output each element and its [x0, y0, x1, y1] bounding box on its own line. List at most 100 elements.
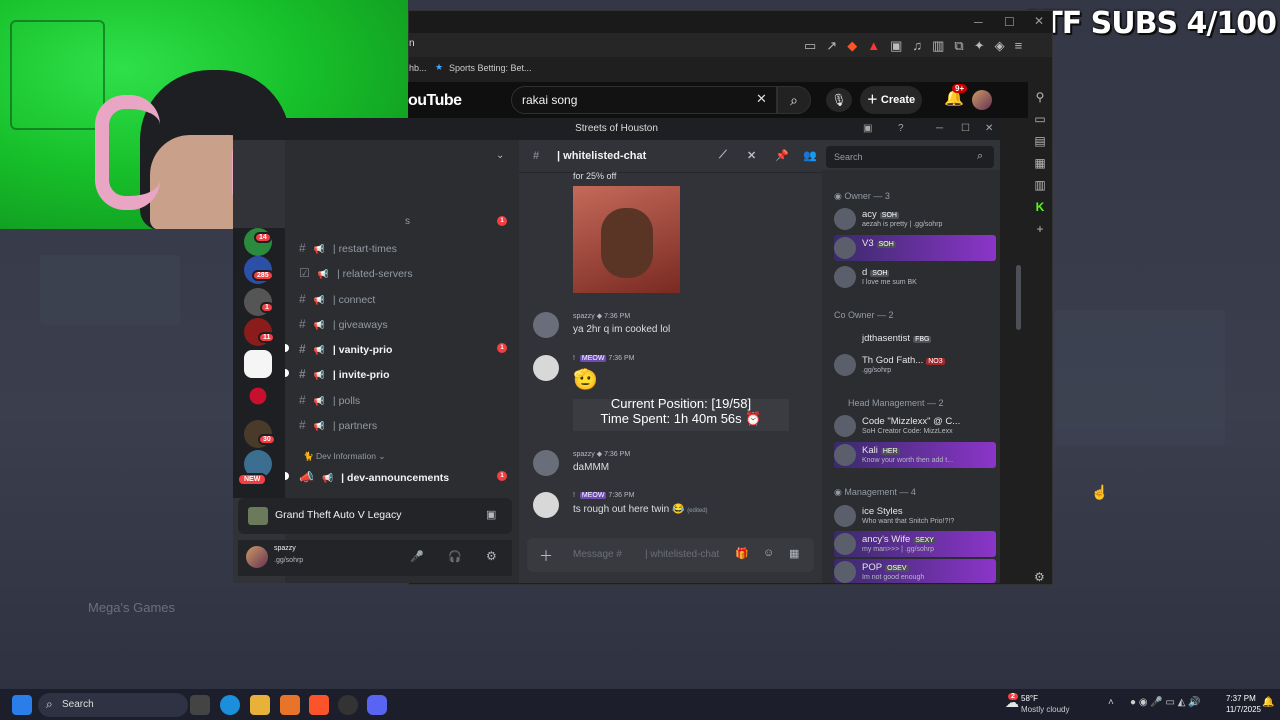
member-item[interactable]: POP OSEV Im not good enough: [834, 559, 996, 583]
mic-icon[interactable]: 🎙: [826, 88, 852, 112]
file-explorer-icon[interactable]: [250, 695, 270, 715]
member-item[interactable]: V3 SOH: [834, 235, 996, 261]
taskbar-search[interactable]: ⌕ Search: [38, 693, 188, 717]
server-icon[interactable]: 11: [244, 318, 276, 346]
bookmark-item[interactable]: Sports Betting: Bet...: [449, 63, 532, 73]
member-item[interactable]: ancy's Wife SEXY my man>>> | .gg/sohrp: [834, 531, 996, 557]
close-icon[interactable]: ✕: [985, 118, 993, 140]
wallet-icon[interactable]: ▤: [1028, 134, 1052, 148]
channel-vanity-prio[interactable]: # 📢 | vanity-prio: [299, 342, 392, 356]
notification-icon[interactable]: 🔔: [1262, 697, 1274, 708]
music-icon[interactable]: ♫: [912, 38, 922, 53]
discord-icon[interactable]: [367, 695, 387, 715]
member-item[interactable]: jdthasentist FBG: [834, 326, 996, 352]
channel-related-servers[interactable]: ☑ 📢 | related-servers: [299, 266, 413, 280]
apps-icon[interactable]: ▦: [789, 547, 799, 560]
channel-invite-prio[interactable]: # 📢 | invite-prio: [299, 367, 390, 381]
install-icon[interactable]: ▭: [804, 38, 816, 54]
tv-icon[interactable]: ▭: [1028, 112, 1052, 126]
avatar[interactable]: [972, 90, 992, 110]
threads-icon[interactable]: ⟋: [719, 149, 727, 162]
channel-dev-announcements[interactable]: 📣 📢 | dev-announcements: [299, 470, 449, 484]
avatar[interactable]: [533, 492, 559, 518]
ai-icon[interactable]: ✦: [974, 38, 985, 54]
channel-restart-times[interactable]: # 📢 | restart-times: [299, 241, 397, 255]
minimize-icon[interactable]: ─: [936, 118, 943, 140]
channel-polls[interactable]: # 📢 | polls: [299, 393, 360, 407]
screen-icon[interactable]: ▣: [486, 508, 496, 521]
add-icon[interactable]: +: [1028, 222, 1052, 236]
channel-connect[interactable]: # 📢 | connect: [299, 292, 375, 306]
author[interactable]: !: [573, 355, 575, 362]
app-icon[interactable]: [280, 695, 300, 715]
member-item[interactable]: Kali HER Know your worth then add t...: [834, 442, 996, 468]
image-attachment[interactable]: [573, 186, 680, 293]
search-button[interactable]: ⌕: [777, 86, 811, 114]
bell-icon[interactable]: 🔔 9+: [944, 84, 968, 108]
search-box[interactable]: Search ⌕: [826, 146, 994, 168]
menu-icon[interactable]: ≡: [1015, 38, 1023, 53]
server-icon[interactable]: 1: [244, 288, 274, 316]
address-bar[interactable]: n ▭ ↗ ◆ ▲ ▣ ♫ ▥ ⧉ ✦ ◈ ≡: [409, 33, 1052, 57]
avatar[interactable]: [246, 546, 268, 568]
member-item[interactable]: ice Styles Who want that Snitch Prio!?!?: [834, 503, 996, 529]
clear-icon[interactable]: ✕: [756, 91, 767, 107]
headphones-icon[interactable]: 🎧: [448, 550, 462, 563]
category-dev-information[interactable]: 🐈 Dev Information ⌄: [303, 451, 385, 462]
author[interactable]: spazzy: [573, 313, 595, 320]
maximize-icon[interactable]: ☐: [1004, 15, 1015, 29]
vpn-icon[interactable]: ◈: [995, 38, 1005, 54]
extensions-icon[interactable]: ⧉: [954, 38, 963, 54]
server-icon[interactable]: 30: [244, 420, 276, 448]
server-icon[interactable]: 285: [244, 256, 274, 284]
share-icon[interactable]: ↗: [826, 38, 837, 54]
scrollbar[interactable]: [1016, 265, 1021, 330]
avatar[interactable]: [533, 312, 559, 338]
youtube-logo[interactable]: ouTube: [408, 92, 462, 110]
avatar[interactable]: [533, 450, 559, 476]
reading-list-icon[interactable]: ▥: [1028, 178, 1052, 192]
members-icon[interactable]: 👥: [803, 149, 817, 162]
avatar[interactable]: [533, 355, 559, 381]
gift-icon[interactable]: 🎁: [735, 547, 749, 560]
server-icon[interactable]: [249, 387, 267, 405]
windows-start-icon[interactable]: [12, 695, 32, 715]
tray-icons[interactable]: ● ◉ 🎤 ▭ ◭ 🔊: [1130, 697, 1201, 708]
member-item[interactable]: d SOH I love me sum BK: [834, 264, 996, 290]
member-item[interactable]: Th God Fath... NO3 .gg/sohrp: [834, 352, 996, 378]
channel-partial[interactable]: s: [405, 216, 410, 227]
server-icon[interactable]: 14: [244, 228, 272, 256]
member-item[interactable]: acy SOH aezah is pretty | .gg/sohrp: [834, 206, 996, 232]
bookmark-icon[interactable]: ▦: [1028, 156, 1052, 170]
gear-icon[interactable]: ⚙: [486, 549, 497, 563]
obs-icon[interactable]: [338, 695, 358, 715]
tray-chevron-icon[interactable]: ˄: [1108, 697, 1114, 708]
settings-icon[interactable]: ⚙: [1034, 570, 1045, 584]
brave-icon[interactable]: [309, 695, 329, 715]
channel-partners[interactable]: # 📢 | partners: [299, 418, 377, 432]
pin-icon[interactable]: 📌: [775, 149, 789, 162]
mute-icon[interactable]: ✕: [747, 149, 756, 162]
url-text[interactable]: n: [409, 38, 415, 49]
activity-panel[interactable]: Grand Theft Auto V Legacy ▣: [238, 498, 512, 534]
sidebar-icon[interactable]: ▥: [932, 38, 944, 54]
minimize-icon[interactable]: ─: [974, 15, 983, 29]
server-icon-active[interactable]: [244, 350, 272, 378]
rewards-icon[interactable]: ▲: [867, 38, 880, 53]
message-composer[interactable]: ＋ Message # | whitelisted-chat 🎁 ☺ ▦: [527, 538, 814, 572]
close-icon[interactable]: ✕: [1034, 14, 1044, 28]
emoji-icon[interactable]: ☺: [763, 547, 774, 559]
inbox-icon[interactable]: ▣: [863, 118, 872, 140]
task-view-icon[interactable]: [190, 695, 210, 715]
author[interactable]: !: [573, 492, 575, 499]
search-input[interactable]: rakai song: [511, 86, 777, 114]
channel-giveaways[interactable]: # 📢 | giveaways: [299, 317, 388, 331]
maximize-icon[interactable]: ☐: [961, 118, 970, 140]
member-item[interactable]: Code "Mizzlexx" @ C... SoH Creator Code: …: [834, 413, 996, 439]
mic-icon[interactable]: 🎤: [410, 550, 424, 563]
bookmark-item[interactable]: hb...: [409, 63, 427, 73]
help-icon[interactable]: ?: [898, 118, 904, 140]
chevron-down-icon[interactable]: ⌄: [496, 150, 504, 161]
edge-icon[interactable]: [220, 695, 240, 715]
pin-icon[interactable]: ⚲: [1028, 90, 1052, 104]
